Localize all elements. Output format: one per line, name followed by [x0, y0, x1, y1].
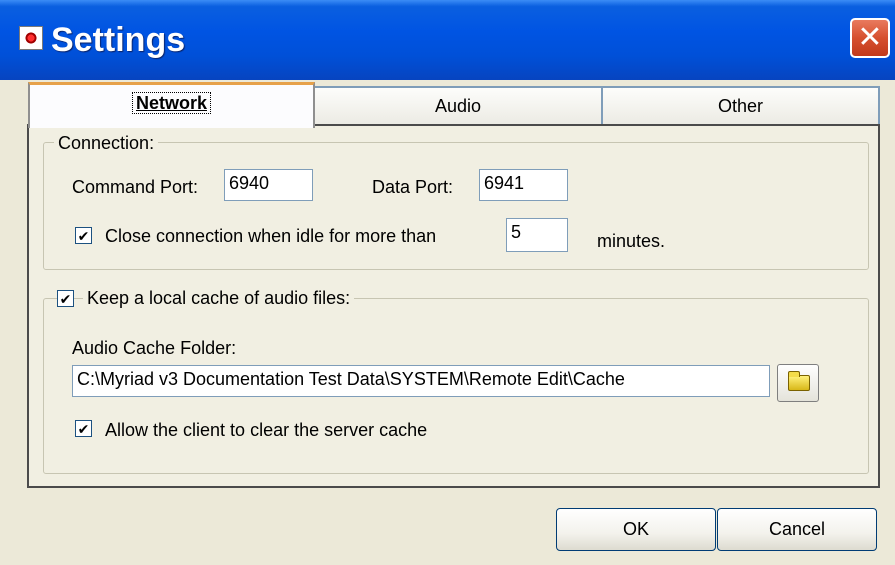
connection-legend: Connection:	[54, 132, 159, 154]
browse-folder-button[interactable]	[777, 364, 819, 402]
idle-minutes-input[interactable]: 5	[506, 218, 568, 252]
close-idle-label[interactable]: Close connection when idle for more than	[105, 225, 436, 247]
app-icon[interactable]	[19, 26, 43, 50]
tab-audio[interactable]: Audio	[313, 86, 603, 124]
audio-cache-folder-label: Audio Cache Folder:	[72, 338, 237, 358]
tab-audio-label: Audio	[434, 96, 482, 116]
connection-group	[43, 142, 869, 270]
folder-icon	[788, 371, 810, 391]
data-port-input[interactable]: 6941	[479, 169, 568, 201]
close-button[interactable]: ✕	[850, 18, 890, 58]
allow-clear-label[interactable]: Allow the client to clear the server cac…	[105, 419, 427, 441]
ok-button[interactable]: OK	[556, 508, 716, 551]
audio-cache-folder-input[interactable]: C:\Myriad v3 Documentation Test Data\SYS…	[72, 365, 770, 397]
close-idle-checkbox[interactable]	[75, 227, 92, 244]
title-bar[interactable]: Settings ✕	[0, 0, 895, 80]
tab-other[interactable]: Other	[601, 86, 880, 124]
tab-network[interactable]: Network	[28, 82, 315, 128]
cancel-button[interactable]: Cancel	[717, 508, 877, 551]
keep-cache-checkbox[interactable]	[57, 290, 74, 307]
window-title: Settings	[51, 21, 186, 59]
command-port-input[interactable]: 6940	[224, 169, 313, 201]
tab-other-label: Other	[717, 96, 764, 116]
data-port-label: Data Port:	[372, 177, 454, 197]
minutes-label: minutes.	[597, 231, 666, 251]
allow-clear-checkbox[interactable]	[75, 420, 92, 437]
command-port-label: Command Port:	[72, 177, 199, 197]
close-icon: ✕	[857, 21, 883, 54]
keep-cache-label[interactable]: Keep a local cache of audio files:	[83, 287, 355, 309]
tab-network-label: Network	[131, 92, 212, 114]
